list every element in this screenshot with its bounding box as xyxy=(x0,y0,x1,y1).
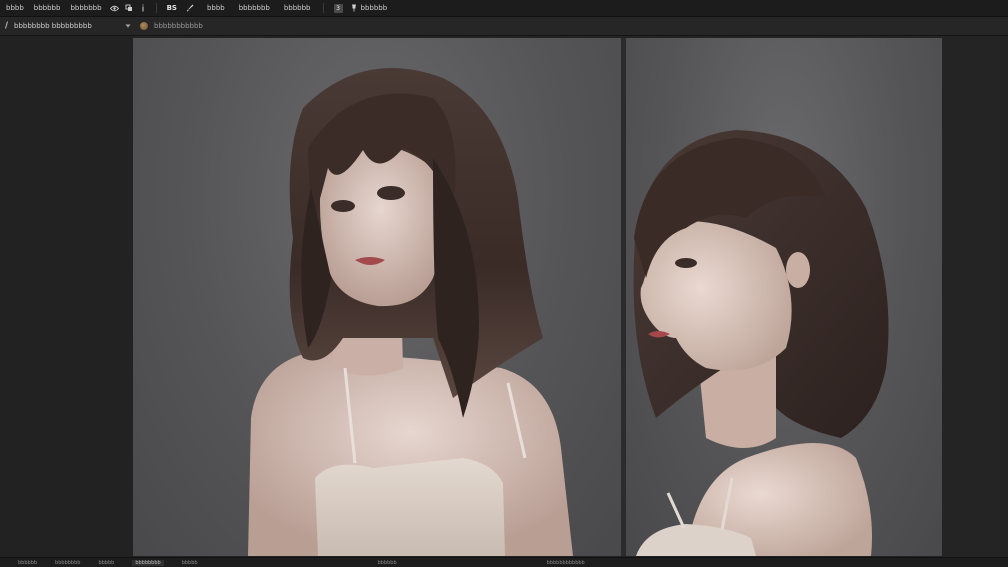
image-editor-window: bbbb bbbbbb bbbbbbb BS bbbb bbbbbbb bbbb… xyxy=(0,0,1008,567)
left-panel xyxy=(0,36,133,557)
info-icon[interactable] xyxy=(138,3,148,13)
tool-preset-icon[interactable] xyxy=(2,21,10,31)
canvas-pane-right[interactable] xyxy=(626,38,942,556)
menu-item-6[interactable]: bbbbbb xyxy=(284,4,311,12)
tool-preset-label[interactable]: bbbbbbbb bbbbbbbbb xyxy=(14,22,124,30)
menu-item-5[interactable]: bbbbbbb xyxy=(239,4,270,12)
eye-icon[interactable] xyxy=(110,3,120,13)
menu-bar: bbbb bbbbbb bbbbbbb BS bbbb bbbbbbb bbbb… xyxy=(0,0,1008,17)
right-panel xyxy=(942,36,1008,557)
app-logo: BS xyxy=(166,4,177,12)
status-item-6: bbbbbb xyxy=(377,560,397,566)
document-thumbnail-icon[interactable] xyxy=(140,22,148,30)
status-item-1[interactable]: bbbbbb xyxy=(18,560,37,566)
menu-item-1[interactable]: bbbb xyxy=(6,4,24,12)
status-item-2[interactable]: bbbbbbbb xyxy=(55,560,80,566)
status-item-5[interactable]: bbbbb xyxy=(182,560,198,566)
canvas-pane-left[interactable] xyxy=(133,38,621,556)
status-bar: bbbbbb bbbbbbbb bbbbb bbbbbbbb bbbbb bbb… xyxy=(0,557,1008,567)
menu-separator-2 xyxy=(322,3,324,13)
menu-item-2[interactable]: bbbbbb xyxy=(34,4,61,12)
menu-item-3[interactable]: bbbbbbb xyxy=(70,4,101,12)
document-name[interactable]: bbbbbbbbbbb xyxy=(154,22,203,30)
status-item-3[interactable]: bbbbb xyxy=(98,560,114,566)
menu-item-4[interactable]: bbbb xyxy=(207,4,225,12)
chevron-down-icon[interactable] xyxy=(124,22,132,30)
status-item-4[interactable]: bbbbbbbb xyxy=(132,560,164,566)
count-badge[interactable]: 3 xyxy=(333,3,343,13)
status-item-7: bbbbbbbbbbbb xyxy=(546,560,585,566)
menu-separator xyxy=(155,3,157,13)
portrait-image-front xyxy=(248,68,573,556)
portrait-image-profile xyxy=(633,130,889,556)
brush-icon[interactable] xyxy=(185,3,195,13)
pin-label[interactable]: bbbbbb xyxy=(361,4,388,12)
overlay-icon[interactable] xyxy=(124,3,134,13)
pin-icon[interactable] xyxy=(349,3,359,13)
tool-options-bar: bbbbbbbb bbbbbbbbb bbbbbbbbbbb xyxy=(0,17,1008,36)
